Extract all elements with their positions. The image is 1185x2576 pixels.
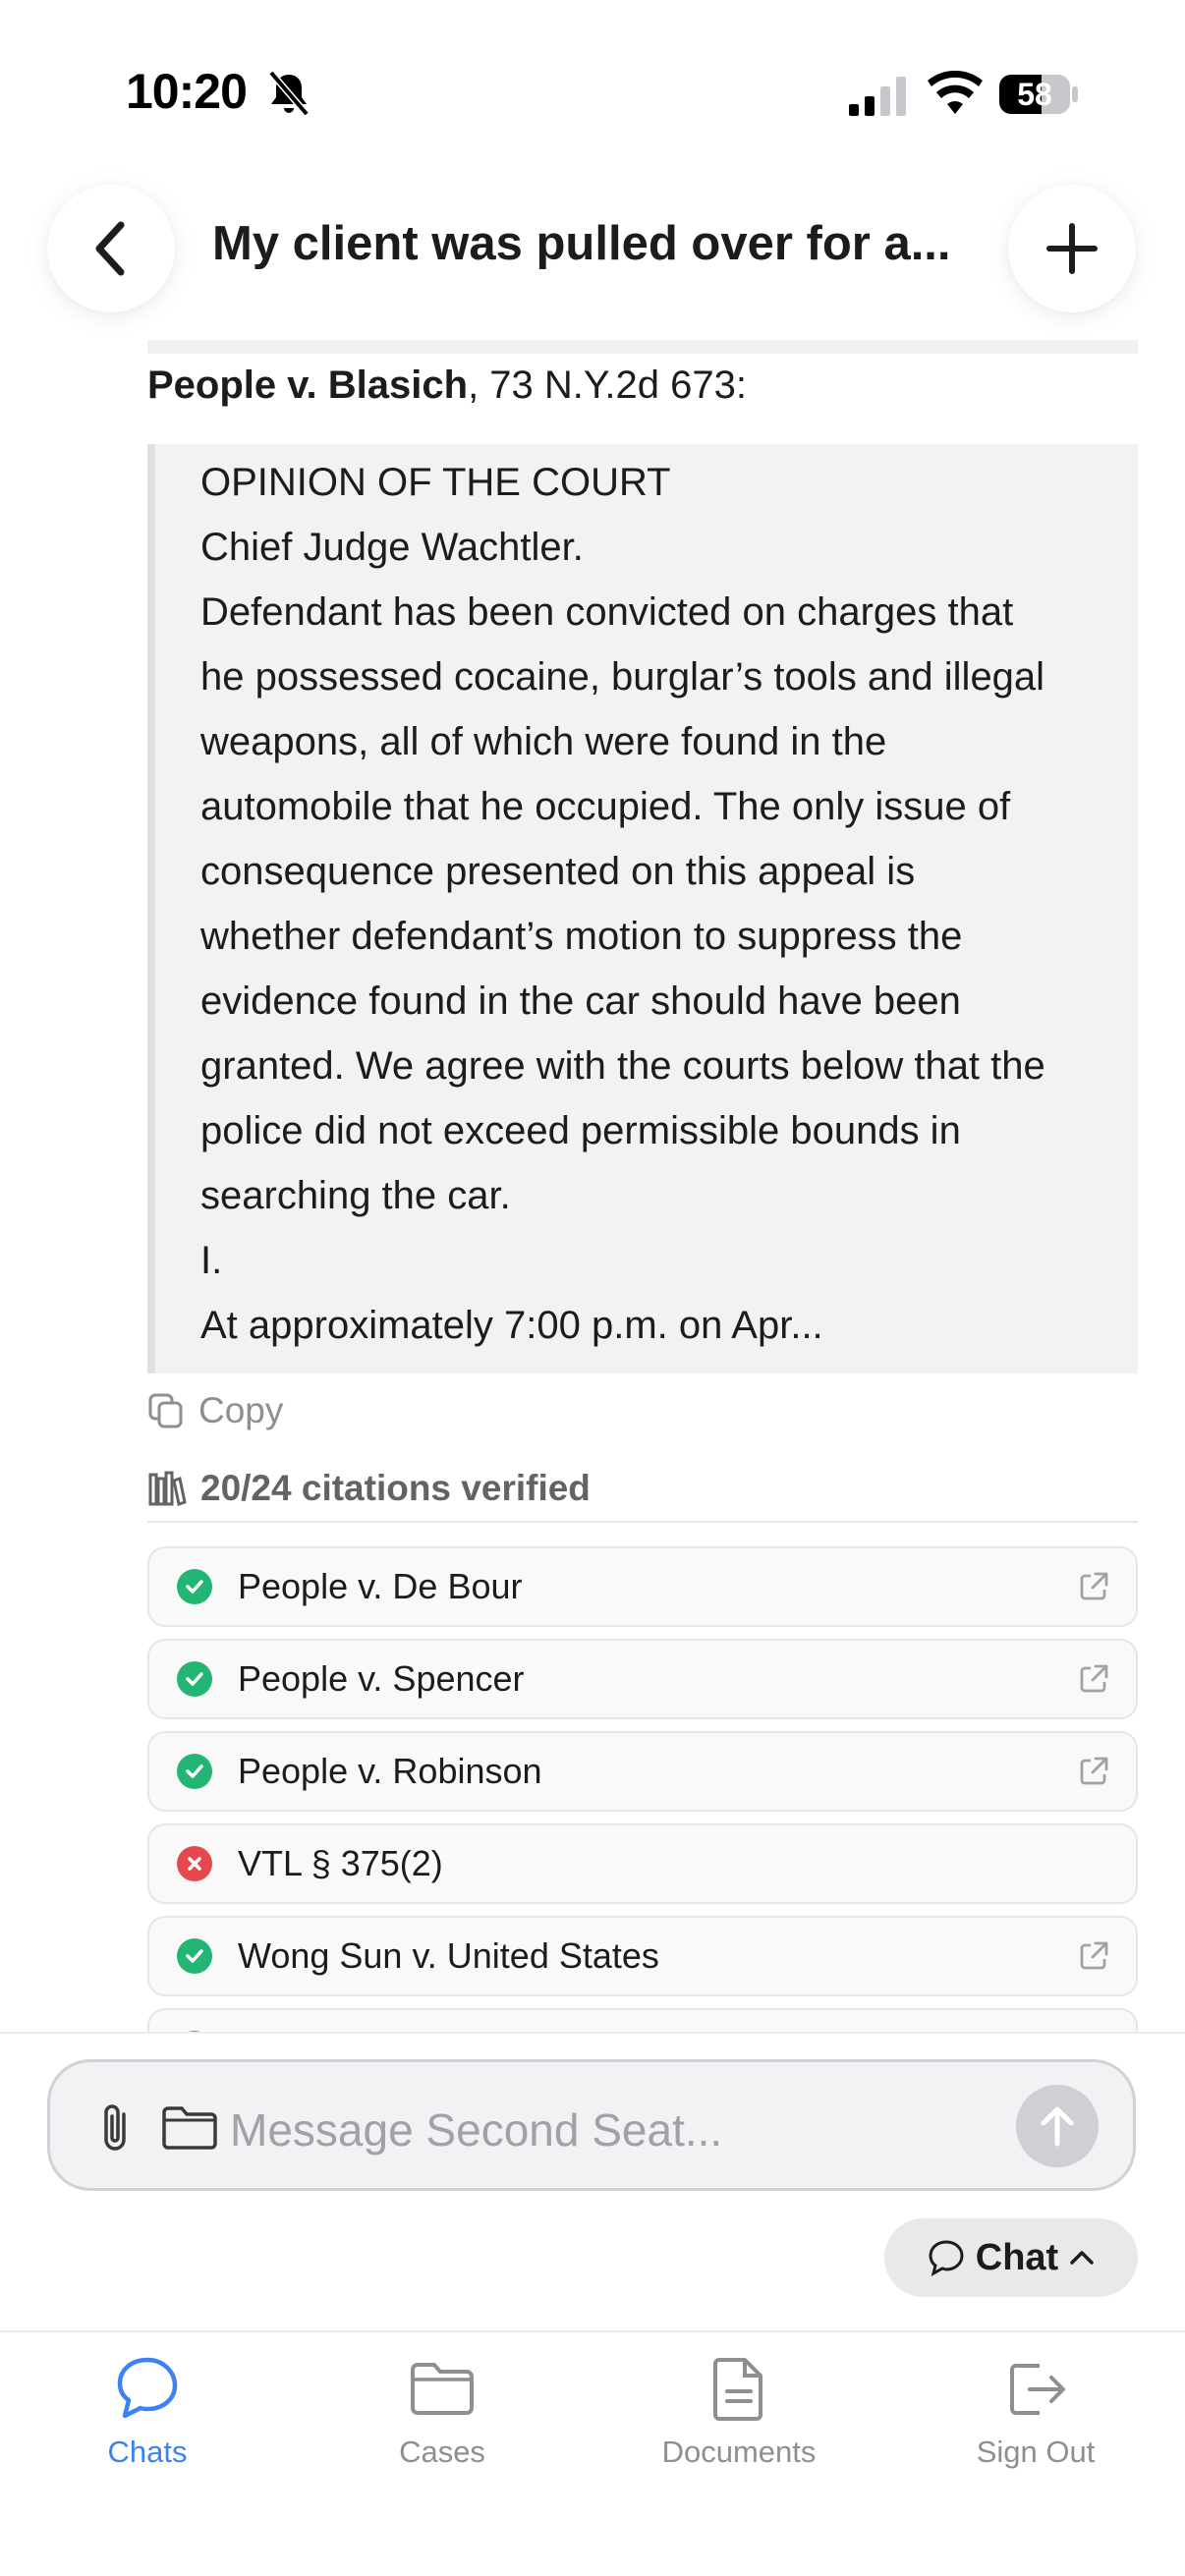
verified-check-icon bbox=[177, 1938, 212, 1974]
battery-level: 58 bbox=[1017, 77, 1052, 112]
citation-name: VTL § 375(2) bbox=[238, 1843, 443, 1883]
citations-list: People v. De Bour People v. Spencer People… bbox=[147, 1546, 1138, 2034]
verified-check-icon bbox=[177, 1754, 212, 1789]
excerpt-line: weapons, all of which were found in the bbox=[200, 720, 887, 763]
folder-icon bbox=[411, 2363, 474, 2415]
status-time: 10:20 bbox=[126, 64, 248, 119]
excerpt-line: police did not exceed permissible bounds… bbox=[200, 1109, 961, 1152]
page-title: My client was pulled over for a... bbox=[212, 217, 951, 270]
chat-mode-label: Chat bbox=[975, 2236, 1059, 2278]
send-button[interactable] bbox=[1016, 2085, 1099, 2167]
citations-divider bbox=[147, 1521, 1138, 1523]
verified-check-icon bbox=[177, 1661, 212, 1697]
citations-summary[interactable]: 20/24 citations verified bbox=[147, 1464, 591, 1513]
citation-name: People v. De Bour bbox=[238, 1566, 523, 1606]
message-input[interactable] bbox=[230, 2093, 996, 2167]
case-citation: , 73 N.Y.2d 673: bbox=[468, 364, 747, 407]
citation-item[interactable] bbox=[147, 2008, 1138, 2034]
document-icon bbox=[713, 2358, 762, 2421]
tab-sign-out[interactable]: Sign Out bbox=[918, 2354, 1154, 2470]
excerpt-line: Defendant has been convicted on charges … bbox=[200, 590, 1014, 634]
citation-item[interactable]: People v. Spencer bbox=[147, 1639, 1138, 1719]
case-name: People v. Blasich bbox=[147, 364, 469, 407]
case-heading: People v. Blasich, 73 N.Y.2d 673: bbox=[147, 364, 747, 408]
external-link-icon[interactable] bbox=[1077, 1755, 1110, 1788]
chevron-left-icon bbox=[95, 221, 125, 276]
paperclip-icon[interactable] bbox=[94, 2100, 140, 2156]
bell-muted-icon bbox=[268, 70, 310, 117]
battery-indicator: 58 bbox=[998, 73, 1079, 116]
excerpt-line: evidence found in the car should have be… bbox=[200, 980, 961, 1023]
copy-button[interactable]: Copy bbox=[147, 1387, 283, 1434]
citation-item[interactable]: People v. De Bour bbox=[147, 1546, 1138, 1627]
tab-chats[interactable]: Chats bbox=[29, 2354, 265, 2470]
message-divider bbox=[147, 340, 1138, 354]
excerpt-line: consequence presented on this appeal is bbox=[200, 850, 916, 893]
wifi-icon bbox=[928, 71, 983, 114]
citation-name: People v. Robinson bbox=[238, 1751, 542, 1791]
unverified-x-icon bbox=[177, 1846, 212, 1881]
tab-documents-label: Documents bbox=[661, 2435, 817, 2469]
citation-item[interactable]: Wong Sun v. United States bbox=[147, 1916, 1138, 1996]
excerpt-line: granted. We agree with the courts below … bbox=[200, 1044, 1045, 1088]
chevron-up-icon bbox=[1070, 2251, 1094, 2265]
copy-icon bbox=[148, 1393, 183, 1428]
citations-summary-label: 20/24 citations verified bbox=[200, 1468, 591, 1508]
cellular-signal-icon bbox=[849, 77, 906, 116]
plus-icon bbox=[1046, 223, 1098, 274]
citation-name: People v. Spencer bbox=[238, 1658, 525, 1699]
back-button[interactable] bbox=[47, 185, 175, 312]
excerpt-line: whether defendant’s motion to suppress t… bbox=[200, 915, 963, 958]
tab-bar-divider bbox=[0, 2330, 1185, 2332]
verified-check-icon bbox=[177, 1569, 212, 1604]
tab-sign-out-label: Sign Out bbox=[976, 2435, 1096, 2469]
excerpt-line: Chief Judge Wachtler. bbox=[200, 526, 584, 569]
tab-cases-label: Cases bbox=[399, 2435, 485, 2469]
library-books-icon bbox=[148, 1471, 187, 1506]
excerpt-line: searching the car. bbox=[200, 1174, 511, 1217]
external-link-icon[interactable] bbox=[1077, 1662, 1110, 1696]
case-excerpt-text: OPINION OF THE COURT Chief Judge Wachtler… bbox=[200, 450, 1128, 1358]
copy-label: Copy bbox=[198, 1390, 284, 1430]
excerpt-line: OPINION OF THE COURT bbox=[200, 461, 671, 504]
new-chat-button[interactable] bbox=[1008, 185, 1136, 312]
excerpt-line: automobile that he occupied. The only is… bbox=[200, 785, 1011, 828]
excerpt-line: At approximately 7:00 p.m. on Apr... bbox=[200, 1304, 823, 1347]
excerpt-line: he possessed cocaine, burglar’s tools an… bbox=[200, 655, 1045, 699]
citation-item[interactable]: VTL § 375(2) bbox=[147, 1823, 1138, 1904]
case-excerpt-blockquote: OPINION OF THE COURT Chief Judge Wachtler… bbox=[147, 444, 1138, 1373]
arrow-up-icon bbox=[1041, 2106, 1074, 2147]
chat-bubble-icon bbox=[117, 2357, 178, 2419]
external-link-icon[interactable] bbox=[1077, 1939, 1110, 1973]
speech-bubble-icon bbox=[929, 2240, 964, 2276]
external-link-icon[interactable] bbox=[1077, 1570, 1110, 1603]
tab-documents[interactable]: Documents bbox=[621, 2354, 857, 2470]
sign-out-icon bbox=[1010, 2364, 1065, 2415]
folder-icon[interactable] bbox=[161, 2104, 218, 2150]
composer-divider bbox=[0, 2032, 1185, 2034]
tab-chats-label: Chats bbox=[107, 2435, 188, 2469]
citation-item[interactable]: People v. Robinson bbox=[147, 1731, 1138, 1812]
tab-cases[interactable]: Cases bbox=[324, 2354, 560, 2470]
excerpt-line: I. bbox=[200, 1239, 223, 1282]
citation-name: Wong Sun v. United States bbox=[238, 1935, 659, 1976]
chat-mode-selector[interactable]: Chat bbox=[884, 2218, 1138, 2297]
